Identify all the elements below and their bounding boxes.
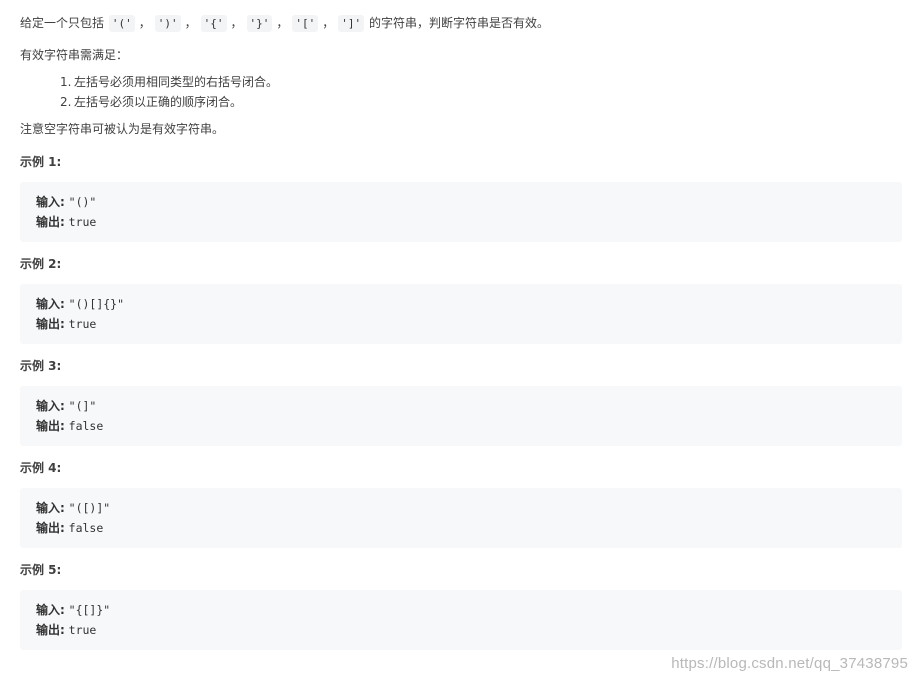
- output-label: 输出:: [36, 317, 65, 331]
- example-3: 示例 3: 输入: "(]" 输出: false: [20, 356, 902, 446]
- input-label: 输入:: [36, 195, 65, 209]
- input-label: 输入:: [36, 603, 65, 617]
- output-value: false: [68, 419, 104, 433]
- output-value: true: [68, 623, 97, 637]
- input-value: "([)]": [68, 501, 111, 515]
- char-chip-close-paren: ')': [154, 15, 181, 32]
- input-value: "()[]{}": [68, 297, 125, 311]
- intro-text-before: 给定一个只包括: [20, 16, 105, 30]
- input-label: 输入:: [36, 399, 65, 413]
- output-value: true: [68, 317, 97, 331]
- output-label: 输出:: [36, 623, 65, 637]
- char-chip-open-brace: '{': [200, 15, 227, 32]
- output-value: false: [68, 521, 104, 535]
- example-code-block: 输入: "()" 输出: true: [20, 182, 902, 242]
- rule-item: 2. 左括号必须以正确的顺序闭合。: [60, 95, 243, 109]
- output-value: true: [68, 215, 97, 229]
- input-label: 输入:: [36, 297, 65, 311]
- example-title: 示例 2:: [20, 257, 62, 271]
- input-value: "()": [68, 195, 97, 209]
- example-code-block: 输入: "{[]}" 输出: true: [20, 590, 902, 650]
- example-title: 示例 1:: [20, 155, 62, 169]
- input-value: "{[]}": [68, 603, 111, 617]
- intro-paragraph: 给定一个只包括 '('， ')'， '{'， '}'， '['， ']' 的字符串，判断字…: [20, 15, 550, 32]
- char-chip-open-paren: '(': [108, 15, 135, 32]
- example-title: 示例 4:: [20, 461, 62, 475]
- example-2: 示例 2: 输入: "()[]{}" 输出: true: [20, 254, 902, 344]
- char-chip-close-brace: '}': [246, 15, 273, 32]
- requirement-heading: 有效字符串需满足：: [20, 48, 129, 62]
- output-label: 输出:: [36, 215, 65, 229]
- input-label: 输入:: [36, 501, 65, 515]
- output-label: 输出:: [36, 419, 65, 433]
- example-code-block: 输入: "(]" 输出: false: [20, 386, 902, 446]
- char-chip-close-bracket: ']': [338, 15, 365, 32]
- example-1: 示例 1: 输入: "()" 输出: true: [20, 152, 902, 242]
- char-chip-open-bracket: '[': [292, 15, 319, 32]
- example-4: 示例 4: 输入: "([)]" 输出: false: [20, 458, 902, 548]
- output-label: 输出:: [36, 521, 65, 535]
- input-value: "(]": [68, 399, 97, 413]
- intro-text-after: 的字符串，判断字符串是否有效。: [369, 16, 550, 30]
- example-code-block: 输入: "()[]{}" 输出: true: [20, 284, 902, 344]
- example-5: 示例 5: 输入: "{[]}" 输出: true: [20, 560, 902, 650]
- example-title: 示例 5:: [20, 563, 62, 577]
- example-title: 示例 3:: [20, 359, 62, 373]
- rules-list: 1. 左括号必须用相同类型的右括号闭合。 2. 左括号必须以正确的顺序闭合。: [20, 72, 902, 112]
- note-paragraph: 注意空字符串可被认为是有效字符串。: [20, 122, 225, 136]
- watermark: https://blog.csdn.net/qq_37438795: [671, 655, 908, 672]
- rule-item: 1. 左括号必须用相同类型的右括号闭合。: [60, 75, 279, 89]
- problem-description: 给定一个只包括 '('， ')'， '{'， '}'， '['， ']' 的字符串，判断字…: [20, 10, 902, 650]
- example-code-block: 输入: "([)]" 输出: false: [20, 488, 902, 548]
